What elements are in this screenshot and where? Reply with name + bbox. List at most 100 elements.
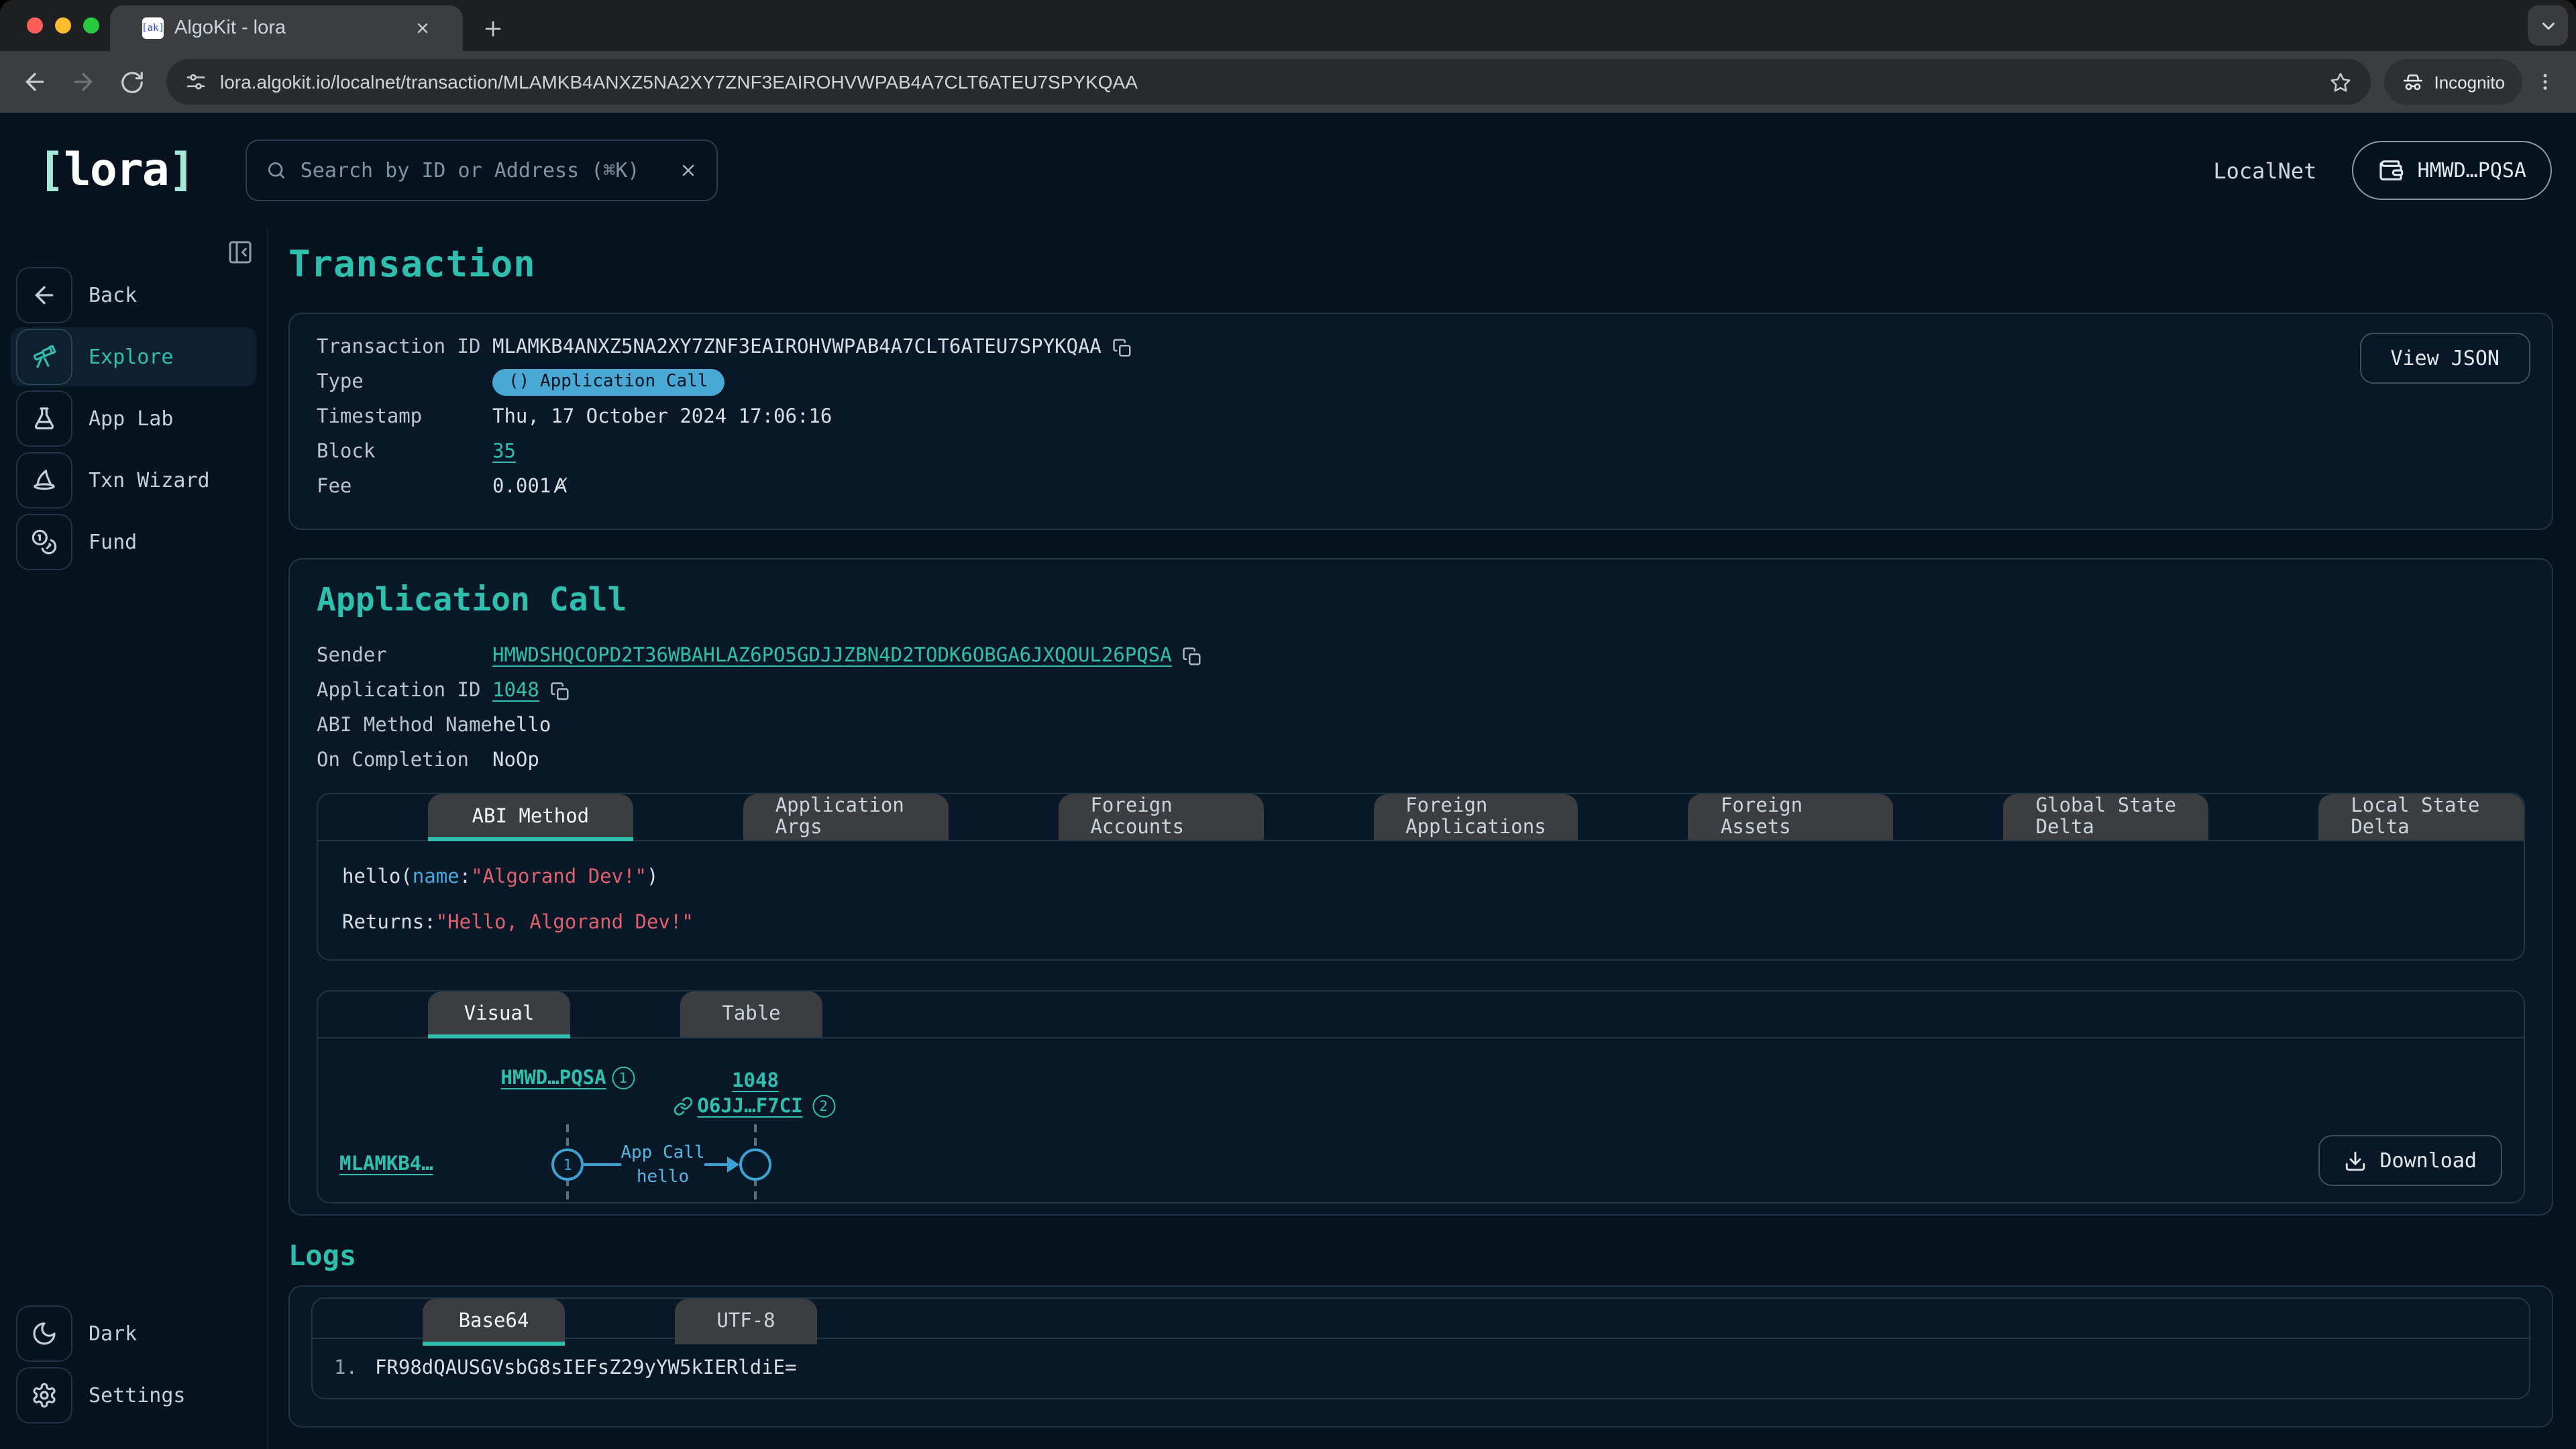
- tab-favicon: [ak]: [142, 17, 164, 39]
- field-row: On Completion NoOp: [317, 747, 2525, 774]
- sidebar-item-explore[interactable]: Explore: [11, 327, 256, 386]
- tab-abi-method[interactable]: ABI Method: [428, 794, 633, 840]
- browser-toolbar: lora.algokit.io/localnet/transaction/MLA…: [0, 51, 2576, 113]
- sidebar-item-settings[interactable]: Settings: [11, 1366, 256, 1425]
- transaction-graph: HMWD…PQSA1 1048 O6JJ…F7CI2: [318, 1038, 2524, 1202]
- sidebar-item-label: App Lab: [89, 407, 173, 431]
- tab-visual[interactable]: Visual: [428, 991, 570, 1037]
- search-box[interactable]: [246, 140, 718, 201]
- sidebar-item-txn-wizard[interactable]: Txn Wizard: [11, 451, 256, 510]
- reload-icon[interactable]: [110, 60, 153, 103]
- abi-colon: :: [460, 867, 471, 888]
- abi-arg: "Algorand Dev!": [471, 867, 647, 888]
- search-input[interactable]: [301, 158, 665, 182]
- graph-edge-label-bottom: hello: [589, 1167, 737, 1187]
- sidebar-item-theme-dark[interactable]: Dark: [11, 1304, 256, 1363]
- network-label[interactable]: LocalNet: [2213, 158, 2316, 183]
- field-label: Type: [317, 372, 492, 393]
- zoom-window-button[interactable]: [83, 17, 99, 34]
- copy-icon[interactable]: [1183, 646, 1203, 666]
- log-entry: 1. FR98dQAUSGVsbG8sIEFsZ29yYW5kIERldiE=: [334, 1355, 2508, 1382]
- abi-close: ): [647, 867, 658, 888]
- url-bar[interactable]: lora.algokit.io/localnet/transaction/MLA…: [166, 59, 2371, 105]
- new-tab-button[interactable]: [474, 9, 511, 47]
- forward-icon[interactable]: [62, 60, 105, 103]
- sidebar-nav: Back Explore App Lab: [0, 266, 267, 572]
- sidebar-item-label: Settings: [89, 1383, 186, 1407]
- sidebar-spacer: [0, 572, 267, 1304]
- tab-base64[interactable]: Base64: [423, 1299, 565, 1344]
- graph-sender-link[interactable]: HMWD…PQSA: [500, 1067, 606, 1089]
- tab-global-state-delta[interactable]: Global State Delta: [2004, 794, 2209, 840]
- sidebar-item-label: Explore: [89, 345, 173, 369]
- moon-icon: [16, 1305, 72, 1362]
- algo-symbol: Ⱥ: [553, 476, 567, 498]
- view-json-button[interactable]: View JSON: [2359, 333, 2530, 384]
- tab-foreign-applications[interactable]: Foreign Applications: [1373, 794, 1578, 840]
- wallet-button[interactable]: HMWD…PQSA: [2351, 141, 2552, 200]
- search-clear-icon[interactable]: [679, 161, 698, 180]
- arrow-left-icon: [16, 267, 72, 323]
- logs-card: Base64 UTF-8 1. FR98dQAUSGVsbG8sIEFsZ29y…: [288, 1285, 2553, 1428]
- tab-search-button[interactable]: [2528, 5, 2568, 46]
- wizard-hat-icon: [16, 452, 72, 508]
- tab-table[interactable]: Table: [680, 991, 822, 1037]
- viewport: [ak] AlgoKit - lora lora.algokit.io/l: [0, 0, 2576, 1449]
- graph-edge-label-top: App Call: [589, 1143, 737, 1163]
- field-row: Timestamp Thu, 17 October 2024 17:06:16: [317, 404, 2525, 431]
- sidebar-item-fund[interactable]: Fund: [11, 513, 256, 572]
- block-value: 35: [492, 441, 2525, 463]
- bookmark-star-icon[interactable]: [2329, 70, 2352, 93]
- transaction-id: MLAMKB4ANXZ5NA2XY7ZNF3EAIROHVWPAB4A7CLT6…: [492, 337, 1102, 358]
- application-id-value: 1048: [492, 680, 2525, 702]
- field-label: Fee: [317, 476, 492, 498]
- graph-app-id-link[interactable]: 1048: [732, 1071, 779, 1092]
- incognito-badge: Incognito: [2384, 59, 2522, 105]
- minimize-window-button[interactable]: [55, 17, 71, 34]
- tab-foreign-accounts[interactable]: Foreign Accounts: [1058, 794, 1263, 840]
- field-row: Transaction ID MLAMKB4ANXZ5NA2XY7ZNF3EAI…: [317, 334, 2525, 361]
- graph-edge-line: [704, 1163, 727, 1166]
- abi-returns: Returns: "Hello, Algorand Dev!": [342, 907, 2500, 939]
- sender-link[interactable]: HMWDSHQCOPD2T36WBAHLAZ6PO5GDJJZBN4D2TODK…: [492, 645, 1172, 667]
- sidebar-item-app-lab[interactable]: App Lab: [11, 389, 256, 448]
- tab-strip: [ak] AlgoKit - lora: [0, 0, 2576, 51]
- browser-tab[interactable]: [ak] AlgoKit - lora: [110, 5, 463, 51]
- coins-icon: [16, 514, 72, 570]
- sidebar-footer: Dark Settings: [0, 1304, 267, 1449]
- sender-number-badge: 1: [612, 1067, 635, 1089]
- close-window-button[interactable]: [27, 17, 43, 34]
- transaction-card: Transaction ID MLAMKB4ANXZ5NA2XY7ZNF3EAI…: [288, 313, 2553, 530]
- logs-title: Logs: [288, 1240, 2553, 1272]
- tab-foreign-assets[interactable]: Foreign Assets: [1688, 794, 1894, 840]
- back-icon[interactable]: [13, 60, 56, 103]
- application-id-link[interactable]: 1048: [492, 680, 539, 702]
- block-link[interactable]: 35: [492, 441, 516, 463]
- abi-tabs: ABI Method Application Args Foreign Acco…: [318, 794, 2524, 841]
- lora-logo[interactable]: [lora]: [38, 144, 195, 197]
- application-call-title: Application Call: [317, 581, 2525, 619]
- field-label: Timestamp: [317, 407, 492, 428]
- browser-menu-icon[interactable]: [2528, 60, 2563, 103]
- logs-tabs: Base64 UTF-8: [313, 1299, 2529, 1339]
- transaction-id-value: MLAMKB4ANXZ5NA2XY7ZNF3EAIROHVWPAB4A7CLT6…: [492, 337, 2525, 358]
- graph-txn-link[interactable]: MLAMKB4…: [339, 1154, 433, 1175]
- sidebar-item-back[interactable]: Back: [11, 266, 256, 325]
- download-label: Download: [2380, 1148, 2477, 1173]
- download-button[interactable]: Download: [2318, 1135, 2503, 1186]
- field-label: Transaction ID: [317, 337, 492, 358]
- tab-utf8[interactable]: UTF-8: [675, 1299, 817, 1344]
- tab-application-args[interactable]: Application Args: [743, 794, 949, 840]
- copy-icon[interactable]: [1112, 337, 1132, 358]
- sidebar-item-label: Txn Wizard: [89, 468, 210, 492]
- sidebar-collapse-icon[interactable]: [227, 239, 254, 266]
- tab-local-state-delta[interactable]: Local State Delta: [2318, 794, 2524, 840]
- sender-value: HMWDSHQCOPD2T36WBAHLAZ6PO5GDJJZBN4D2TODK…: [492, 645, 2525, 667]
- browser-window: [ak] AlgoKit - lora lora.algokit.io/l: [0, 0, 2576, 1449]
- site-settings-icon[interactable]: [185, 71, 207, 93]
- flask-icon: [16, 390, 72, 447]
- tab-close-icon[interactable]: [415, 20, 431, 36]
- main-content: Transaction Transaction ID MLAMKB4ANXZ5N…: [268, 228, 2576, 1449]
- copy-icon[interactable]: [550, 681, 570, 701]
- graph-group-link[interactable]: O6JJ…F7CI: [697, 1095, 802, 1117]
